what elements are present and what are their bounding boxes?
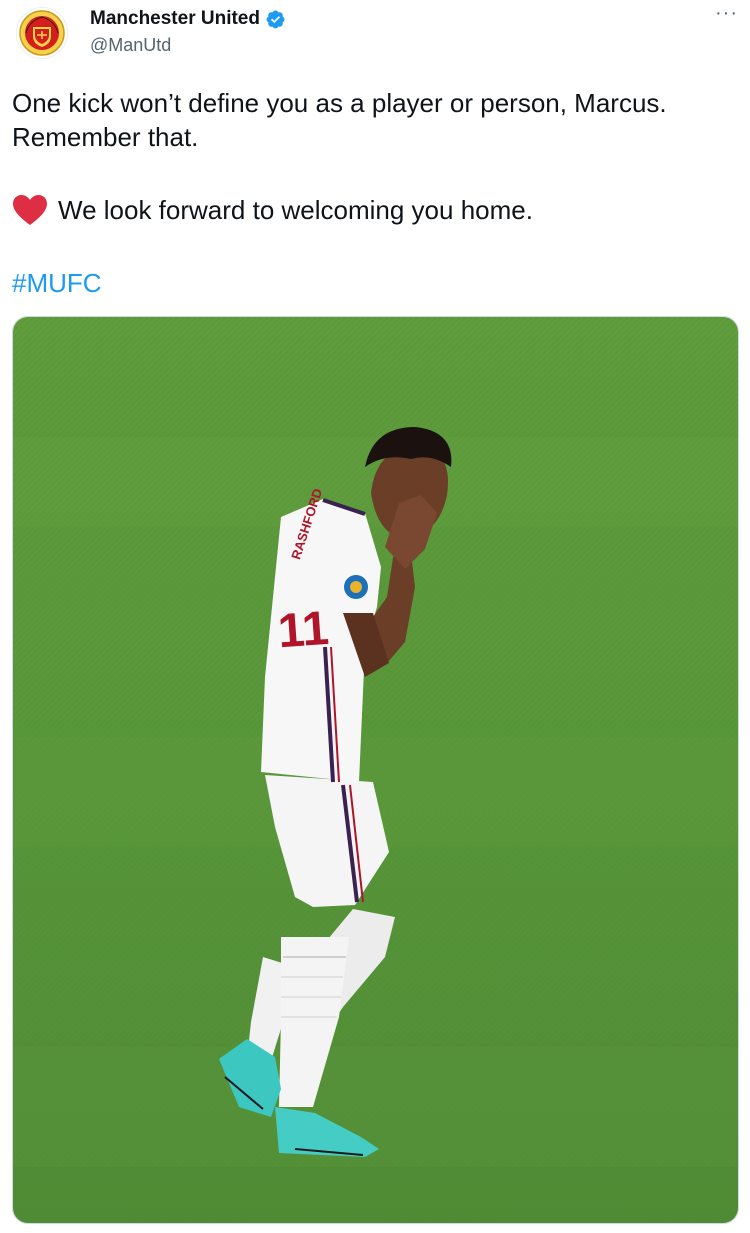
author-handle[interactable]: @ManUtd bbox=[90, 35, 171, 56]
author-avatar[interactable] bbox=[16, 7, 68, 59]
shirt-number: 11 bbox=[276, 602, 330, 658]
tweet-text-line2-row: We look forward to welcoming you home. bbox=[12, 193, 533, 227]
verified-badge-icon bbox=[266, 10, 285, 28]
red-heart-emoji-icon bbox=[13, 195, 47, 225]
tweet-photo[interactable]: 11 RASHFORD bbox=[12, 316, 739, 1224]
author-name-text: Manchester United bbox=[90, 8, 260, 29]
tweet-text-line2: We look forward to welcoming you home. bbox=[58, 195, 533, 225]
photo-illustration: 11 RASHFORD bbox=[13, 317, 738, 1223]
hashtag-link[interactable]: #MUFC bbox=[12, 266, 102, 300]
manchester-united-crest-icon bbox=[19, 10, 65, 56]
author-name[interactable]: Manchester United bbox=[90, 8, 286, 30]
tweet-text-line1: One kick won’t define you as a player or… bbox=[12, 88, 667, 152]
more-options-icon[interactable]: ··· bbox=[715, 2, 738, 25]
